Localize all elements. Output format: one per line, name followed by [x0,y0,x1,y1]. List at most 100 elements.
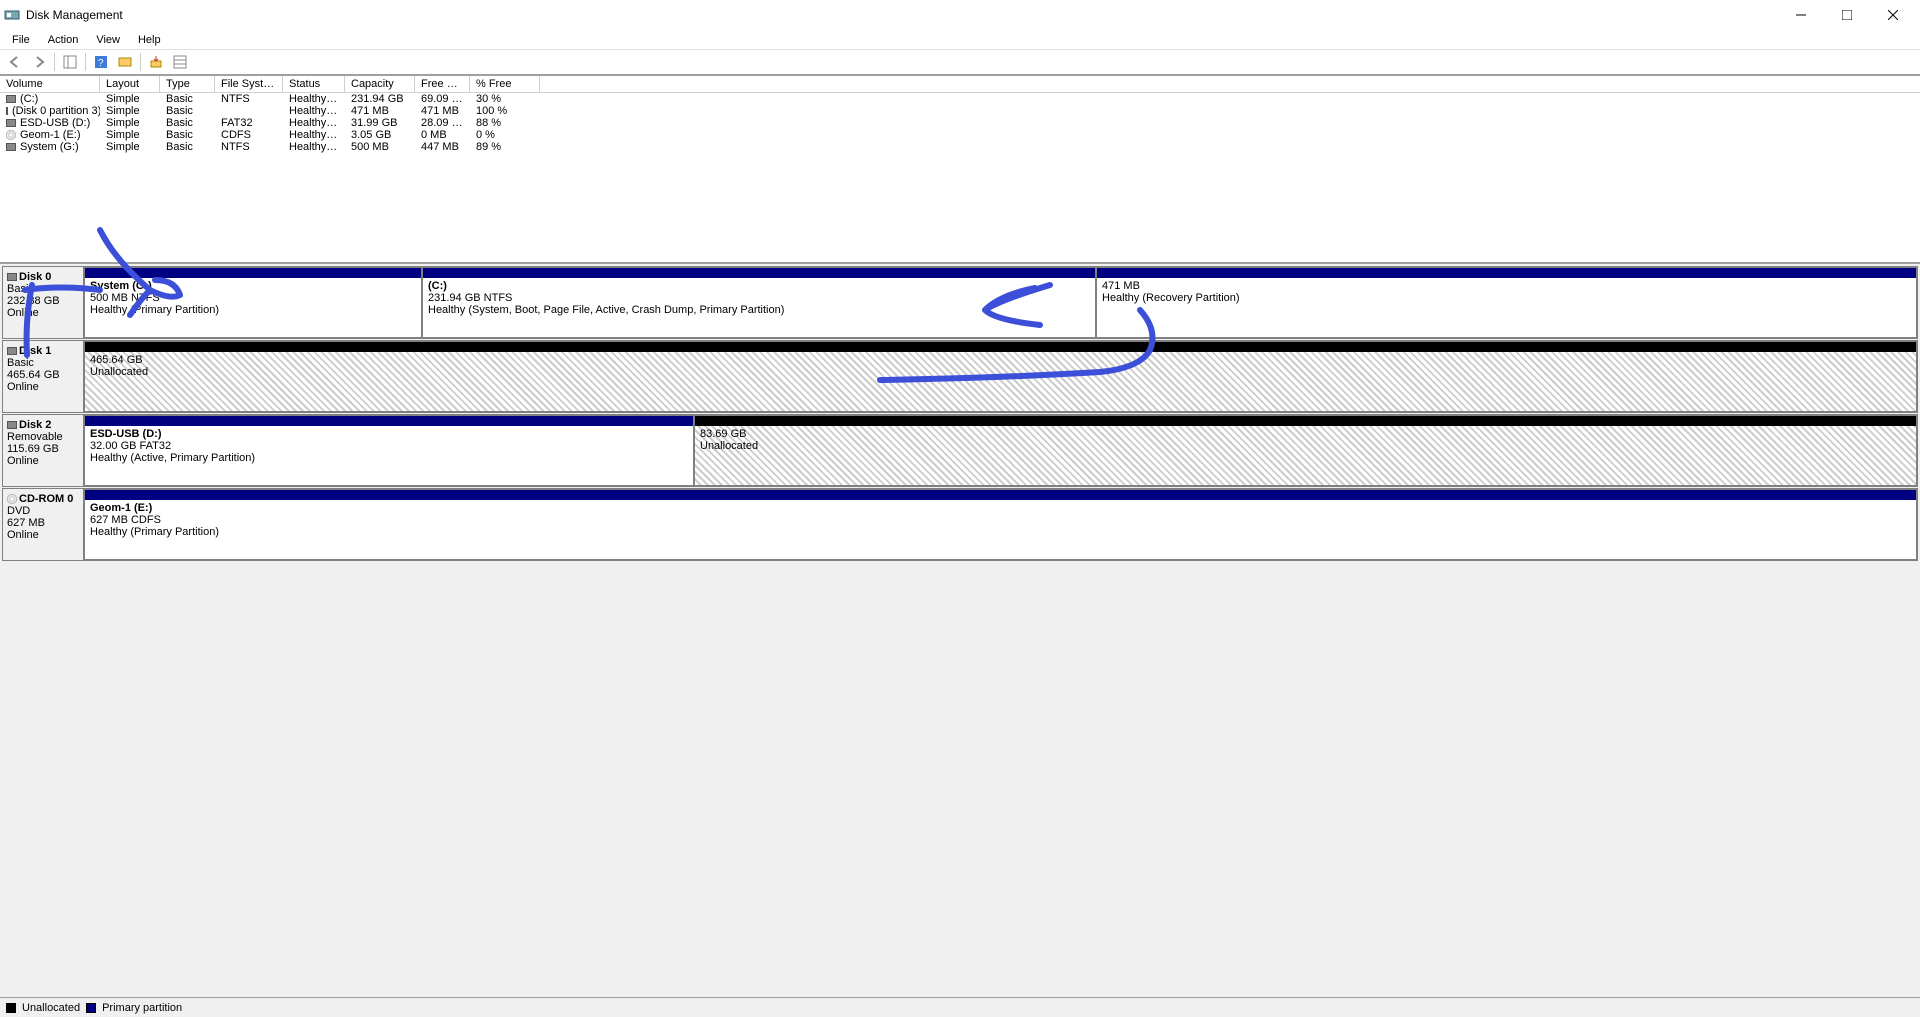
forward-button[interactable] [28,51,50,73]
disk-icon [7,421,17,429]
table-cell: Simple [100,105,160,117]
table-cell: Basic [160,129,215,141]
legend-unallocated: Unallocated [22,1002,80,1014]
help-button[interactable]: ? [90,51,112,73]
table-cell: 69.09 GB [415,93,470,105]
table-cell: NTFS [215,141,283,153]
table-cell: System (G:) [0,141,100,153]
table-cell: Simple [100,129,160,141]
table-cell: 471 MB [345,105,415,117]
partition-status: Healthy (Primary Partition) [90,304,416,316]
svg-text:?: ? [98,58,104,69]
table-row[interactable]: Geom-1 (E:)SimpleBasicCDFSHealthy (P...3… [0,129,1920,141]
disk-row-cdrom0[interactable]: CD-ROM 0 DVD 627 MB Online Geom-1 (E:) 6… [2,488,1918,561]
table-cell: Basic [160,105,215,117]
disk-icon [7,273,17,281]
refresh-button[interactable] [145,51,167,73]
close-button[interactable] [1870,0,1916,30]
table-row[interactable]: (Disk 0 partition 3)SimpleBasicHealthy (… [0,105,1920,117]
partition-sub: 627 MB CDFS [90,514,1911,526]
menu-action[interactable]: Action [40,33,87,47]
volume-table-body: (C:)SimpleBasicNTFSHealthy (S...231.94 G… [0,93,1920,153]
disk-label-0: Disk 0 Basic 232.88 GB Online [2,266,84,339]
partition-name: (C:) [428,280,1090,292]
table-cell: Healthy (A... [283,117,345,129]
disk-row-1[interactable]: Disk 1 Basic 465.64 GB Online 465.64 GB … [2,340,1918,413]
show-hide-tree-button[interactable] [59,51,81,73]
table-row[interactable]: (C:)SimpleBasicNTFSHealthy (S...231.94 G… [0,93,1920,105]
table-cell: 500 MB [345,141,415,153]
disk-name: Disk 2 [19,419,51,431]
partition-sub: 471 MB [1102,280,1911,292]
partition-recovery[interactable]: 471 MB Healthy (Recovery Partition) [1096,267,1917,338]
menu-help[interactable]: Help [130,33,169,47]
disk-status: Online [7,381,79,393]
disk-label-cdrom0: CD-ROM 0 DVD 627 MB Online [2,488,84,561]
col-filesystem[interactable]: File System [215,76,283,92]
table-row[interactable]: ESD-USB (D:)SimpleBasicFAT32Healthy (A..… [0,117,1920,129]
menu-view[interactable]: View [88,33,128,47]
table-cell: Simple [100,141,160,153]
partition-unallocated[interactable]: 465.64 GB Unallocated [84,341,1917,412]
partition-status: Unallocated [90,366,1911,378]
disk-status: Online [7,307,79,319]
cdrom-icon [7,494,17,504]
col-free[interactable]: Free Spa... [415,76,470,92]
table-cell: 0 % [470,129,540,141]
disk-row-2[interactable]: Disk 2 Removable 115.69 GB Online ESD-US… [2,414,1918,487]
table-cell: 28.09 GB [415,117,470,129]
table-cell: Simple [100,93,160,105]
col-type[interactable]: Type [160,76,215,92]
partition-geom1-e[interactable]: Geom-1 (E:) 627 MB CDFS Healthy (Primary… [84,489,1917,560]
partition-c[interactable]: (C:) 231.94 GB NTFS Healthy (System, Boo… [422,267,1096,338]
disk-status: Online [7,455,79,467]
disk-graphical-panel: Disk 0 Basic 232.88 GB Online System (G:… [0,262,1920,997]
partition-esd-usb-d[interactable]: ESD-USB (D:) 32.00 GB FAT32 Healthy (Act… [84,415,694,486]
disk-label-2: Disk 2 Removable 115.69 GB Online [2,414,84,487]
col-pctfree[interactable]: % Free [470,76,540,92]
table-cell: (C:) [0,93,100,105]
menu-file[interactable]: File [4,33,38,47]
partition-system-g[interactable]: System (G:) 500 MB NTFS Healthy (Primary… [84,267,422,338]
disk-type: Removable [7,431,79,443]
disk-name: Disk 1 [19,345,51,357]
table-cell: 88 % [470,117,540,129]
table-cell: 471 MB [415,105,470,117]
disk-type: DVD [7,505,79,517]
disk-row-0[interactable]: Disk 0 Basic 232.88 GB Online System (G:… [2,266,1918,339]
volume-table-header: Volume Layout Type File System Status Ca… [0,76,1920,93]
col-layout[interactable]: Layout [100,76,160,92]
disk-size: 627 MB [7,517,79,529]
table-cell: FAT32 [215,117,283,129]
col-status[interactable]: Status [283,76,345,92]
disk-name: Disk 0 [19,271,51,283]
table-cell: 0 MB [415,129,470,141]
disk-list-button[interactable] [169,51,191,73]
maximize-button[interactable] [1824,0,1870,30]
window-controls [1778,0,1916,30]
table-cell: Basic [160,93,215,105]
cdrom-icon [6,130,16,140]
back-button[interactable] [4,51,26,73]
disk-icon [6,119,16,127]
titlebar: Disk Management [0,0,1920,30]
col-capacity[interactable]: Capacity [345,76,415,92]
settings-icon[interactable] [114,51,136,73]
col-volume[interactable]: Volume [0,76,100,92]
window-title: Disk Management [26,8,1778,22]
table-cell: 231.94 GB [345,93,415,105]
partition-status: Unallocated [700,440,1911,452]
disk-size: 232.88 GB [7,295,79,307]
table-cell: 31.99 GB [345,117,415,129]
minimize-button[interactable] [1778,0,1824,30]
disk-name: CD-ROM 0 [19,493,73,505]
table-cell [215,105,283,117]
app-icon [4,7,20,23]
partition-status: Healthy (Recovery Partition) [1102,292,1911,304]
table-row[interactable]: System (G:)SimpleBasicNTFSHealthy (P...5… [0,141,1920,153]
table-cell: 3.05 GB [345,129,415,141]
partition-status: Healthy (Primary Partition) [90,526,1911,538]
table-cell: Healthy (R... [283,105,345,117]
partition-unallocated[interactable]: 83.69 GB Unallocated [694,415,1917,486]
swatch-unallocated [6,1003,16,1013]
